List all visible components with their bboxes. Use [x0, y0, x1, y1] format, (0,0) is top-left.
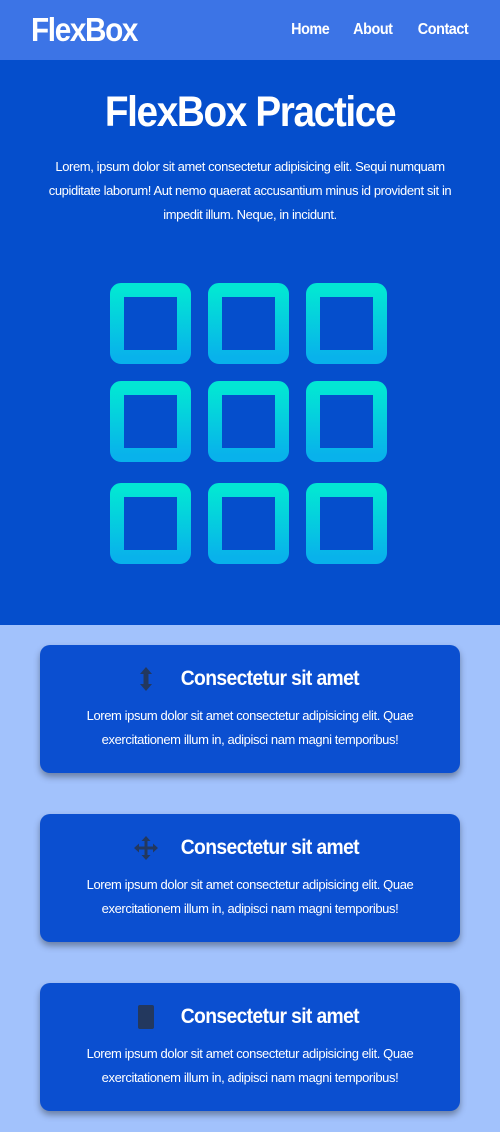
- features-section: Consectetur sit amet Lorem ipsum dolor s…: [0, 625, 500, 1111]
- move-arrows-icon: [134, 836, 159, 860]
- navbar: FlexBox Home About Contact: [0, 0, 500, 60]
- feature-card: Consectetur sit amet Lorem ipsum dolor s…: [40, 983, 460, 1111]
- card-title: Consectetur sit amet: [180, 836, 360, 859]
- hero-title: FlexBox Practice: [104, 88, 397, 136]
- card-title: Consectetur sit amet: [180, 1005, 360, 1028]
- card-header: Consectetur sit amet: [40, 833, 460, 863]
- site-logo[interactable]: FlexBox: [31, 11, 138, 49]
- hero-text: Lorem, ipsum dolor sit amet consectetur …: [48, 159, 452, 223]
- card-text: Lorem ipsum dolor sit amet consectetur a…: [86, 877, 414, 916]
- mobile-icon: [138, 1005, 155, 1029]
- nav-link-home[interactable]: Home: [291, 21, 330, 39]
- vertical-arrows-icon: [140, 667, 153, 691]
- nav-link-contact[interactable]: Contact: [418, 21, 469, 39]
- nav-link-about[interactable]: About: [353, 21, 393, 39]
- feature-card: Consectetur sit amet Lorem ipsum dolor s…: [40, 645, 460, 773]
- card-header: Consectetur sit amet: [40, 664, 460, 694]
- card-text: Lorem ipsum dolor sit amet consectetur a…: [86, 708, 414, 747]
- card-header: Consectetur sit amet: [40, 1002, 460, 1032]
- card-text: Lorem ipsum dolor sit amet consectetur a…: [86, 1046, 414, 1085]
- feature-card: Consectetur sit amet Lorem ipsum dolor s…: [40, 814, 460, 942]
- grid-3x3-icon: [110, 283, 387, 565]
- card-title: Consectetur sit amet: [180, 667, 360, 690]
- nav-links: Home About Contact: [289, 21, 471, 39]
- hero-section: FlexBox Practice Lorem, ipsum dolor sit …: [0, 60, 500, 625]
